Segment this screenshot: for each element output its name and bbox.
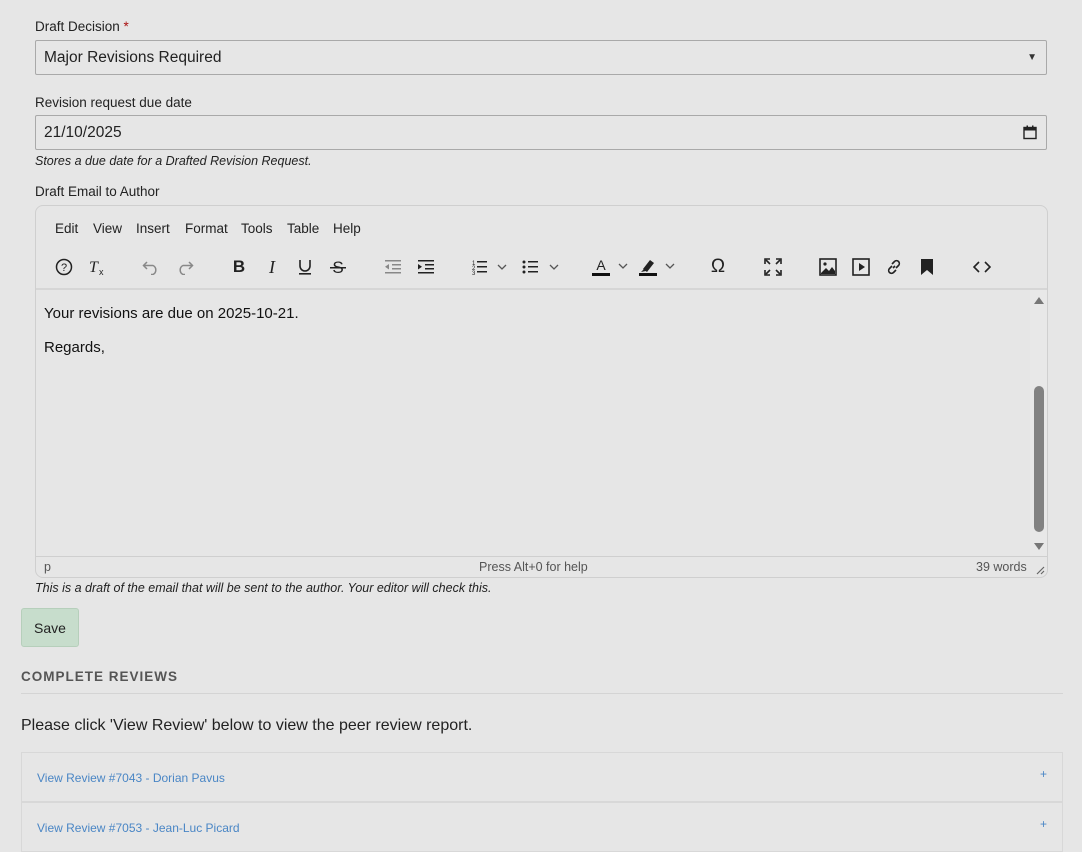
due-date-value: 21/10/2025 xyxy=(44,124,122,141)
scrollbar-thumb[interactable] xyxy=(1034,386,1044,532)
scroll-up-icon[interactable] xyxy=(1033,295,1045,305)
underline-icon[interactable] xyxy=(294,255,316,279)
scroll-down-icon[interactable] xyxy=(1033,542,1045,552)
svg-text:A: A xyxy=(596,257,606,273)
due-date-label: Revision request due date xyxy=(35,95,192,110)
italic-icon[interactable]: I xyxy=(261,255,283,279)
accessibility-help-hint: Press Alt+0 for help xyxy=(479,560,588,574)
word-count[interactable]: 39 words xyxy=(976,560,1027,574)
bold-icon[interactable]: B xyxy=(228,255,250,279)
source-code-icon[interactable] xyxy=(971,255,993,279)
highlight-icon[interactable] xyxy=(637,255,679,279)
draft-decision-value: Major Revisions Required xyxy=(44,49,222,66)
bookmark-icon[interactable] xyxy=(916,255,938,279)
menu-table[interactable]: Table xyxy=(287,221,319,236)
svg-text:3: 3 xyxy=(472,271,476,275)
image-icon[interactable] xyxy=(817,255,839,279)
dropdown-arrow-icon: ▼ xyxy=(1027,52,1037,63)
help-icon[interactable]: ? xyxy=(53,255,75,279)
draft-email-help: This is a draft of the email that will b… xyxy=(35,581,492,595)
due-date-help: Stores a due date for a Drafted Revision… xyxy=(35,154,312,168)
section-divider xyxy=(21,693,1063,694)
complete-reviews-heading: COMPLETE REVIEWS xyxy=(21,669,179,684)
element-path[interactable]: p xyxy=(44,560,51,574)
required-mark: * xyxy=(123,19,129,34)
clear-format-icon[interactable]: Tx xyxy=(86,255,108,279)
strikethrough-icon[interactable]: S xyxy=(327,255,349,279)
review-accordion-item[interactable]: View Review #7043 - Dorian Pavus + xyxy=(21,752,1063,802)
rich-text-editor: Edit View Insert Format Tools Table Help… xyxy=(35,205,1048,578)
menu-tools[interactable]: Tools xyxy=(241,221,273,236)
draft-email-label: Draft Email to Author xyxy=(35,184,160,199)
svg-text:x: x xyxy=(99,267,104,277)
special-char-icon[interactable]: Ω xyxy=(707,255,729,279)
menu-help[interactable]: Help xyxy=(333,221,361,236)
review-accordion-item[interactable]: View Review #7053 - Jean-Luc Picard + xyxy=(21,802,1063,852)
numbered-list-icon[interactable]: 123 xyxy=(470,255,512,279)
redo-icon[interactable] xyxy=(174,255,196,279)
indent-icon[interactable] xyxy=(415,255,437,279)
menu-format[interactable]: Format xyxy=(185,221,228,236)
draft-decision-label: Draft Decision * xyxy=(35,19,129,34)
svg-text:?: ? xyxy=(61,262,67,274)
save-button[interactable]: Save xyxy=(21,608,79,647)
outdent-icon[interactable] xyxy=(382,255,404,279)
draft-decision-select[interactable]: Major Revisions Required ▼ xyxy=(35,40,1047,75)
menu-insert[interactable]: Insert xyxy=(136,221,170,236)
email-body-line: Regards, xyxy=(44,339,105,356)
media-icon[interactable] xyxy=(850,255,872,279)
fullscreen-icon[interactable] xyxy=(762,255,784,279)
menu-edit[interactable]: Edit xyxy=(55,221,78,236)
view-review-link[interactable]: View Review #7053 - Jean-Luc Picard xyxy=(37,821,240,835)
expand-icon[interactable]: + xyxy=(1040,817,1047,831)
svg-text:T: T xyxy=(89,259,99,276)
editor-statusbar: p Press Alt+0 for help 39 words xyxy=(36,556,1047,577)
undo-icon[interactable] xyxy=(140,255,162,279)
text-color-icon[interactable]: A xyxy=(590,255,632,279)
menu-view[interactable]: View xyxy=(93,221,122,236)
view-review-link[interactable]: View Review #7043 - Dorian Pavus xyxy=(37,771,225,785)
bullet-list-icon[interactable] xyxy=(520,255,562,279)
due-date-input[interactable]: 21/10/2025 xyxy=(35,115,1047,150)
email-body-line: Your revisions are due on 2025-10-21. xyxy=(44,305,299,322)
link-icon[interactable] xyxy=(883,255,905,279)
editor-content-area[interactable]: Your revisions are due on 2025-10-21. Re… xyxy=(36,290,1029,556)
expand-icon[interactable]: + xyxy=(1040,767,1047,781)
calendar-icon[interactable] xyxy=(1023,125,1037,145)
resize-handle-icon[interactable] xyxy=(1036,566,1045,575)
reviews-intro-text: Please click 'View Review' below to view… xyxy=(21,717,473,734)
